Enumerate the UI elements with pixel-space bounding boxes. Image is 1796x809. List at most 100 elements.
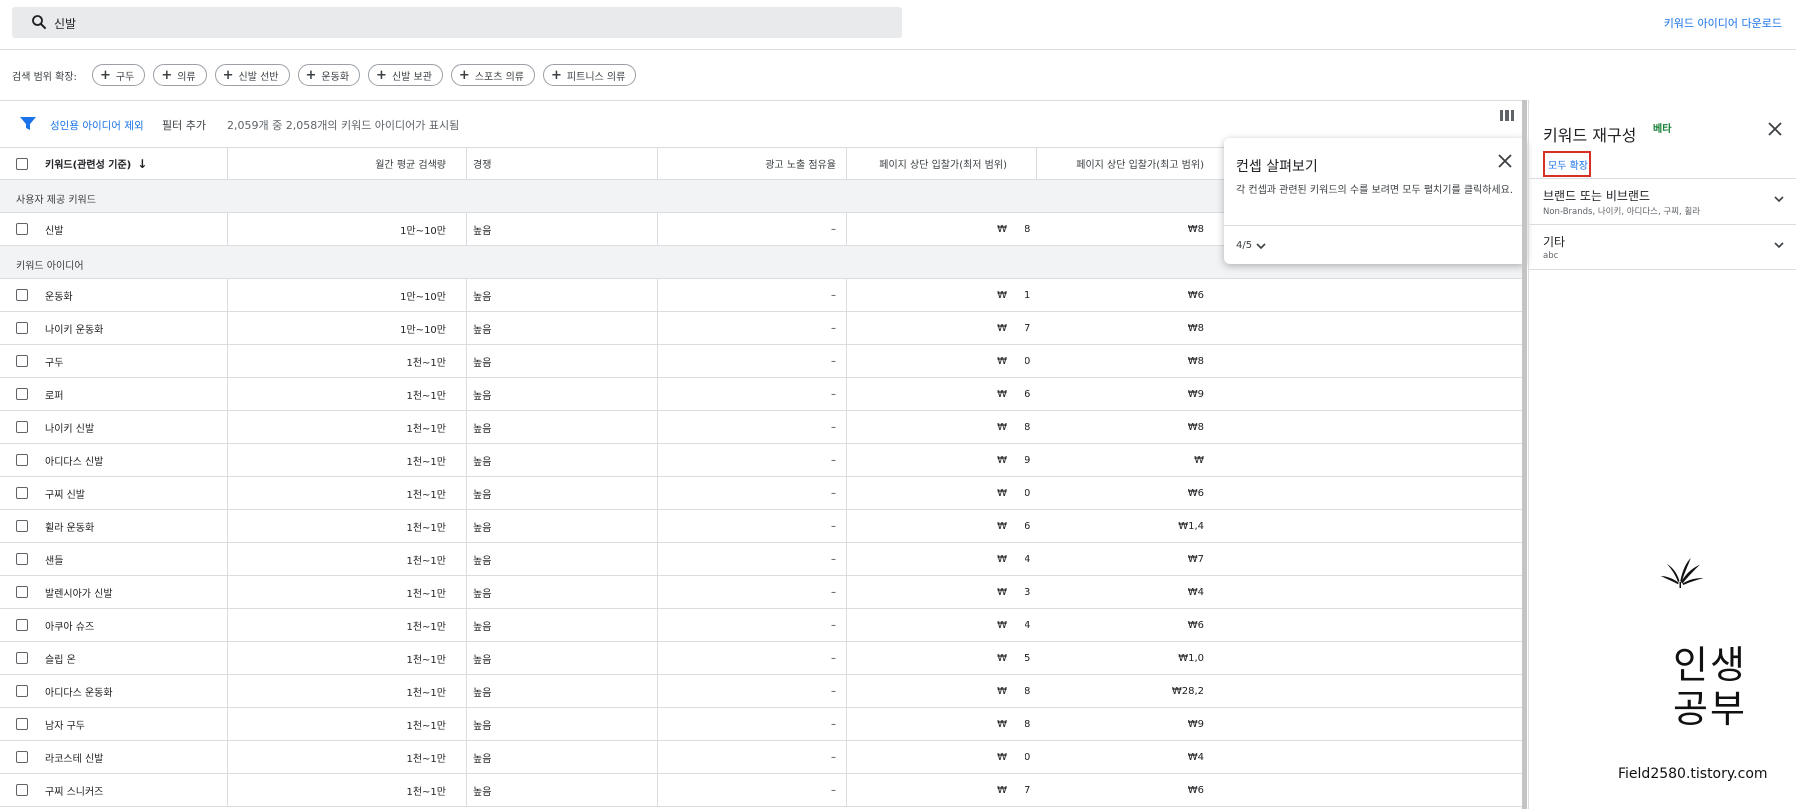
select-all-checkbox[interactable] bbox=[16, 158, 28, 170]
bid-low-tail: 4 bbox=[1024, 553, 1031, 565]
add-filter-button[interactable]: 필터 추가 bbox=[162, 117, 206, 133]
group-title: 브랜드 또는 비브랜드 bbox=[1543, 189, 1650, 203]
header-volume[interactable]: 월간 평균 검색량 bbox=[228, 148, 458, 179]
close-icon[interactable] bbox=[1498, 154, 1512, 168]
table-row: 구찌 신발 1천~1만 높음 – ₩0 ₩6 bbox=[0, 477, 1526, 510]
adult-ideas-filter[interactable]: 성인용 아이디어 제외 bbox=[50, 118, 144, 133]
row-checkbox[interactable] bbox=[16, 388, 28, 400]
bid-high-cell: ₩8 bbox=[1187, 322, 1204, 334]
row-checkbox[interactable] bbox=[16, 718, 28, 730]
scope-label: 검색 범위 확장: bbox=[12, 72, 77, 83]
volume-cell: 1천~1만 bbox=[406, 522, 446, 534]
panel-group-brand[interactable]: 브랜드 또는 비브랜드 Non-Brands, 나이키, 아디다스, 구찌, 휠… bbox=[1529, 178, 1796, 224]
search-icon bbox=[32, 15, 46, 29]
scope-chip[interactable]: + 신발 보관 bbox=[368, 64, 443, 86]
row-checkbox[interactable] bbox=[16, 355, 28, 367]
popup-body: 각 컨셉과 관련된 키워드의 수를 보려면 모두 펼치기를 클릭하세요. bbox=[1236, 185, 1514, 196]
scope-chip[interactable]: + 신발 선반 bbox=[214, 64, 290, 86]
row-checkbox[interactable] bbox=[16, 619, 28, 631]
table-row: 로퍼 1천~1만 높음 – ₩6 ₩9 bbox=[0, 378, 1526, 411]
competition-cell: 높음 bbox=[473, 324, 492, 336]
header-keyword-label: 키워드(관련성 기준) bbox=[45, 160, 132, 171]
search-input[interactable]: 신발 bbox=[12, 7, 902, 38]
divider bbox=[0, 49, 1796, 50]
bid-high-cell: ₩8 bbox=[1187, 355, 1204, 367]
row-checkbox[interactable] bbox=[16, 520, 28, 532]
row-checkbox[interactable] bbox=[16, 322, 28, 334]
bid-low-cell: ₩ bbox=[997, 355, 1007, 367]
chevron-down-icon bbox=[1774, 242, 1784, 249]
filter-icon[interactable] bbox=[20, 117, 36, 131]
header-impression-share[interactable]: 광고 노출 점유율 bbox=[658, 148, 846, 179]
scope-chip[interactable]: + 스포츠 의류 bbox=[450, 64, 536, 86]
impression-share-cell: – bbox=[831, 355, 836, 367]
chip-label: 신발 보관 bbox=[391, 71, 432, 83]
row-checkbox[interactable] bbox=[16, 586, 28, 598]
table-row: 샌들 1천~1만 높음 – ₩4 ₩7 bbox=[0, 543, 1526, 576]
row-checkbox[interactable] bbox=[16, 487, 28, 499]
bid-high-cell: ₩6 bbox=[1187, 289, 1204, 301]
bid-high-cell: ₩6 bbox=[1187, 784, 1204, 796]
keyword-cell: 라코스테 신발 bbox=[45, 753, 104, 765]
bid-low-cell: ₩ bbox=[997, 652, 1007, 664]
scope-chip[interactable]: + 운동화 bbox=[297, 64, 361, 86]
table-row: 구두 1천~1만 높음 – ₩0 ₩8 bbox=[0, 345, 1526, 378]
competition-cell: 높음 bbox=[473, 621, 492, 633]
volume-cell: 1천~1만 bbox=[406, 786, 446, 798]
impression-share-cell: – bbox=[831, 520, 836, 532]
competition-cell: 높음 bbox=[473, 522, 492, 534]
keyword-cell: 발렌시아가 신발 bbox=[45, 588, 113, 600]
keyword-cell: 남자 구두 bbox=[45, 720, 85, 732]
keyword-cell: 구두 bbox=[45, 357, 64, 369]
table-scrollbar[interactable] bbox=[1522, 100, 1527, 809]
row-checkbox[interactable] bbox=[16, 652, 28, 664]
impression-share-cell: – bbox=[831, 619, 836, 631]
header-competition[interactable]: 경쟁 bbox=[467, 148, 657, 179]
impression-share-cell: – bbox=[831, 553, 836, 565]
scope-chip[interactable]: + 피트니스 의류 bbox=[543, 64, 637, 86]
impression-share-cell: – bbox=[831, 454, 836, 466]
bid-low-tail: 0 bbox=[1024, 487, 1031, 499]
impression-share-cell: – bbox=[831, 322, 836, 334]
row-checkbox[interactable] bbox=[16, 751, 28, 763]
download-keyword-ideas-link[interactable]: 키워드 아이디어 다운로드 bbox=[1664, 15, 1782, 31]
volume-cell: 1천~1만 bbox=[406, 621, 446, 633]
row-checkbox[interactable] bbox=[16, 784, 28, 796]
volume-cell: 1천~1만 bbox=[406, 687, 446, 699]
bid-high-cell: ₩9 bbox=[1187, 718, 1204, 730]
header-bid-low[interactable]: 페이지 상단 입찰가(최저 범위) bbox=[847, 148, 1015, 179]
chevron-down-icon bbox=[1774, 196, 1784, 203]
competition-cell: 높음 bbox=[473, 489, 492, 501]
close-icon[interactable] bbox=[1768, 122, 1782, 136]
chip-label: 의류 bbox=[177, 71, 196, 83]
expand-all-button[interactable]: 모두 확장 bbox=[1543, 151, 1591, 177]
volume-cell: 1천~1만 bbox=[406, 720, 446, 732]
columns-icon[interactable] bbox=[1500, 110, 1514, 121]
scope-chip[interactable]: + 의류 bbox=[153, 64, 207, 86]
row-checkbox[interactable] bbox=[16, 223, 28, 235]
header-keyword[interactable]: 키워드(관련성 기준) ↓ bbox=[45, 148, 227, 179]
bid-low-cell: ₩ bbox=[997, 223, 1007, 235]
plus-icon: + bbox=[100, 67, 111, 83]
bid-high-cell: ₩6 bbox=[1187, 619, 1204, 631]
row-checkbox[interactable] bbox=[16, 454, 28, 466]
bid-low-tail: 7 bbox=[1024, 322, 1031, 334]
row-checkbox[interactable] bbox=[16, 421, 28, 433]
header-bid-high[interactable]: 페이지 상단 입찰가(최고 범위) bbox=[1037, 148, 1210, 179]
bid-low-tail: 0 bbox=[1024, 355, 1031, 367]
row-checkbox[interactable] bbox=[16, 685, 28, 697]
competition-cell: 높음 bbox=[473, 291, 492, 303]
row-checkbox[interactable] bbox=[16, 553, 28, 565]
table-row: 아디다스 운동화 1천~1만 높음 – ₩8 ₩28,2 bbox=[0, 675, 1526, 708]
row-checkbox[interactable] bbox=[16, 289, 28, 301]
chip-label: 신발 선반 bbox=[238, 71, 279, 83]
impression-share-cell: – bbox=[831, 718, 836, 730]
panel-group-other[interactable]: 기타 abc bbox=[1529, 224, 1796, 270]
keyword-cell: 샌들 bbox=[45, 555, 64, 567]
popup-pager[interactable]: 4/5 bbox=[1236, 240, 1266, 251]
bid-high-cell: ₩28,2 bbox=[1171, 685, 1204, 697]
table-row: 구찌 스니커즈 1천~1만 높음 – ₩7 ₩6 bbox=[0, 774, 1526, 807]
table-row: 라코스테 신발 1천~1만 높음 – ₩0 ₩4 bbox=[0, 741, 1526, 774]
plant-logo-icon bbox=[1660, 558, 1704, 588]
scope-chip[interactable]: + 구두 bbox=[92, 64, 146, 86]
